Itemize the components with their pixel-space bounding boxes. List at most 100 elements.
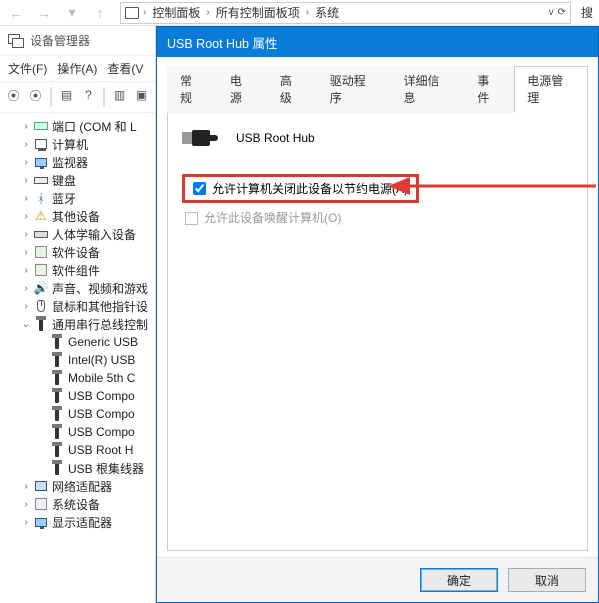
- tab-advanced[interactable]: 高级: [267, 66, 317, 113]
- toolbar-update-icon[interactable]: ▣: [132, 85, 151, 105]
- usb-icon: [49, 424, 65, 440]
- chevron-down-icon[interactable]: v: [549, 7, 554, 18]
- checkbox-label[interactable]: 允许计算机关闭此设备以节约电源(A): [212, 180, 408, 197]
- tree-item[interactable]: Mobile 5th C: [6, 369, 155, 387]
- tree-twisty-icon[interactable]: ›: [20, 121, 32, 132]
- tree-item[interactable]: USB Compo: [6, 423, 155, 441]
- tree-twisty-icon[interactable]: ›: [20, 499, 32, 510]
- usb-icon: [49, 370, 65, 386]
- tab-events[interactable]: 事件: [464, 66, 514, 113]
- tree-item[interactable]: ⌄通用串行总线控制: [6, 315, 155, 333]
- nav-back-icon[interactable]: ←: [8, 5, 24, 21]
- tree-item[interactable]: ›软件设备: [6, 243, 155, 261]
- tree-twisty-icon[interactable]: ›: [20, 193, 32, 204]
- tree-twisty-icon[interactable]: ⌄: [20, 319, 32, 330]
- tab-driver[interactable]: 驱动程序: [317, 66, 391, 113]
- tree-item[interactable]: ›ᚼ蓝牙: [6, 189, 155, 207]
- tree-item[interactable]: › 端口 (COM 和 L: [6, 117, 155, 135]
- tree-item[interactable]: ›计算机: [6, 135, 155, 153]
- tree-twisty-icon[interactable]: ›: [20, 517, 32, 528]
- tree-item-label: USB Root H: [68, 443, 133, 457]
- tree-twisty-icon[interactable]: ›: [20, 157, 32, 168]
- tree-item-label: 声音、视频和游戏: [52, 280, 148, 297]
- tree-twisty-icon[interactable]: ›: [20, 211, 32, 222]
- tree-item[interactable]: Generic USB: [6, 333, 155, 351]
- window-title-text: 设备管理器: [30, 32, 90, 49]
- tree-item[interactable]: USB 根集线器: [6, 459, 155, 477]
- usb-icon: [49, 388, 65, 404]
- tree-item-label: Generic USB: [68, 335, 138, 349]
- tree-item[interactable]: › 监视器: [6, 153, 155, 171]
- tree-item-label: 蓝牙: [52, 190, 76, 207]
- toolbar-back-icon[interactable]: ⦿: [4, 85, 23, 105]
- dialog-title-text: USB Root Hub 属性: [167, 33, 277, 52]
- tree-item[interactable]: › 鼠标和其他指针设: [6, 297, 155, 315]
- tree-item-label: 监视器: [52, 154, 88, 171]
- tab-power[interactable]: 电源: [217, 66, 267, 113]
- toolbar-help-icon[interactable]: ?: [79, 85, 98, 105]
- ok-button[interactable]: 确定: [420, 568, 498, 592]
- cancel-button[interactable]: 取消: [508, 568, 586, 592]
- device-header: USB Root Hub: [182, 129, 573, 147]
- tab-power-management[interactable]: 电源管理: [514, 66, 588, 113]
- tree-twisty-icon[interactable]: ›: [20, 247, 32, 258]
- explorer-address-bar: ← → ▾ ↑ › 控制面板 › 所有控制面板项 › 系统 v⟳ 搜: [0, 0, 599, 26]
- tree-item[interactable]: Intel(R) USB: [6, 351, 155, 369]
- toolbar-props-icon[interactable]: ▤: [57, 85, 76, 105]
- power-options: 允许计算机关闭此设备以节约电源(A) 允许此设备唤醒计算机(O): [182, 177, 573, 226]
- tree-item[interactable]: ›软件组件: [6, 261, 155, 279]
- tab-details[interactable]: 详细信息: [391, 66, 465, 113]
- tree-twisty-icon[interactable]: ›: [20, 175, 32, 186]
- menu-file[interactable]: 文件(F): [8, 60, 47, 77]
- tree-twisty-icon[interactable]: ›: [20, 229, 32, 240]
- tree-item[interactable]: › 系统设备: [6, 495, 155, 513]
- tree-item[interactable]: ›⚠其他设备: [6, 207, 155, 225]
- tree-item-label: 鼠标和其他指针设: [52, 298, 148, 315]
- usb-icon: [49, 460, 65, 476]
- tree-twisty-icon[interactable]: ›: [20, 283, 32, 294]
- tree-item[interactable]: ›🔊声音、视频和游戏: [6, 279, 155, 297]
- device-tree[interactable]: ›端口 (COM 和 L›计算机›监视器›键盘›ᚼ蓝牙›⚠其他设备›人体学输入设…: [0, 113, 155, 535]
- highlight-box: 允许计算机关闭此设备以节约电源(A): [182, 174, 419, 203]
- nav-up-icon[interactable]: ↑: [92, 5, 108, 21]
- separator: [50, 87, 52, 107]
- tree-twisty-icon[interactable]: ›: [20, 481, 32, 492]
- sw-icon: [33, 262, 49, 278]
- usb-icon: [49, 352, 65, 368]
- nav-recent-icon[interactable]: ▾: [64, 5, 80, 21]
- usb-plug-icon: [182, 129, 218, 147]
- dialog-titlebar[interactable]: USB Root Hub 属性: [157, 27, 598, 57]
- address-field[interactable]: › 控制面板 › 所有控制面板项 › 系统 v⟳: [120, 2, 571, 24]
- sw-icon: [33, 244, 49, 260]
- monitor-icon: [33, 514, 49, 530]
- tree-item[interactable]: USB Root H: [6, 441, 155, 459]
- tree-item[interactable]: USB Compo: [6, 405, 155, 423]
- menu-view[interactable]: 查看(V: [107, 60, 143, 77]
- audio-icon: 🔊: [33, 280, 49, 296]
- tree-twisty-icon[interactable]: ›: [20, 139, 32, 150]
- monitor-icon: [33, 154, 49, 170]
- tree-twisty-icon[interactable]: ›: [20, 301, 32, 312]
- checkbox-label: 允许此设备唤醒计算机(O): [204, 211, 341, 225]
- nav-forward-icon[interactable]: →: [36, 5, 52, 21]
- search-label[interactable]: 搜: [575, 4, 599, 21]
- breadcrumb-seg[interactable]: 所有控制面板项: [212, 4, 304, 21]
- tree-item[interactable]: USB Compo: [6, 387, 155, 405]
- toolbar-fwd-icon[interactable]: ⦿: [26, 85, 45, 105]
- tree-item-label: 端口 (COM 和 L: [52, 118, 137, 135]
- bt-icon: ᚼ: [33, 190, 49, 206]
- tree-item[interactable]: ›网络适配器: [6, 477, 155, 495]
- tree-twisty-icon[interactable]: ›: [20, 265, 32, 276]
- tree-item[interactable]: ›显示适配器: [6, 513, 155, 531]
- tree-item-label: 系统设备: [52, 496, 100, 513]
- breadcrumb-seg[interactable]: 控制面板: [148, 4, 204, 21]
- tree-item[interactable]: ›人体学输入设备: [6, 225, 155, 243]
- tab-general[interactable]: 常规: [167, 66, 217, 113]
- toolbar-scan-icon[interactable]: ▥: [110, 85, 129, 105]
- breadcrumb-seg[interactable]: 系统: [311, 4, 343, 21]
- refresh-icon[interactable]: ⟳: [558, 7, 566, 18]
- separator: [103, 87, 105, 107]
- menu-action[interactable]: 操作(A): [57, 60, 97, 77]
- tree-item[interactable]: ›键盘: [6, 171, 155, 189]
- checkbox-allow-power-off[interactable]: [193, 182, 206, 195]
